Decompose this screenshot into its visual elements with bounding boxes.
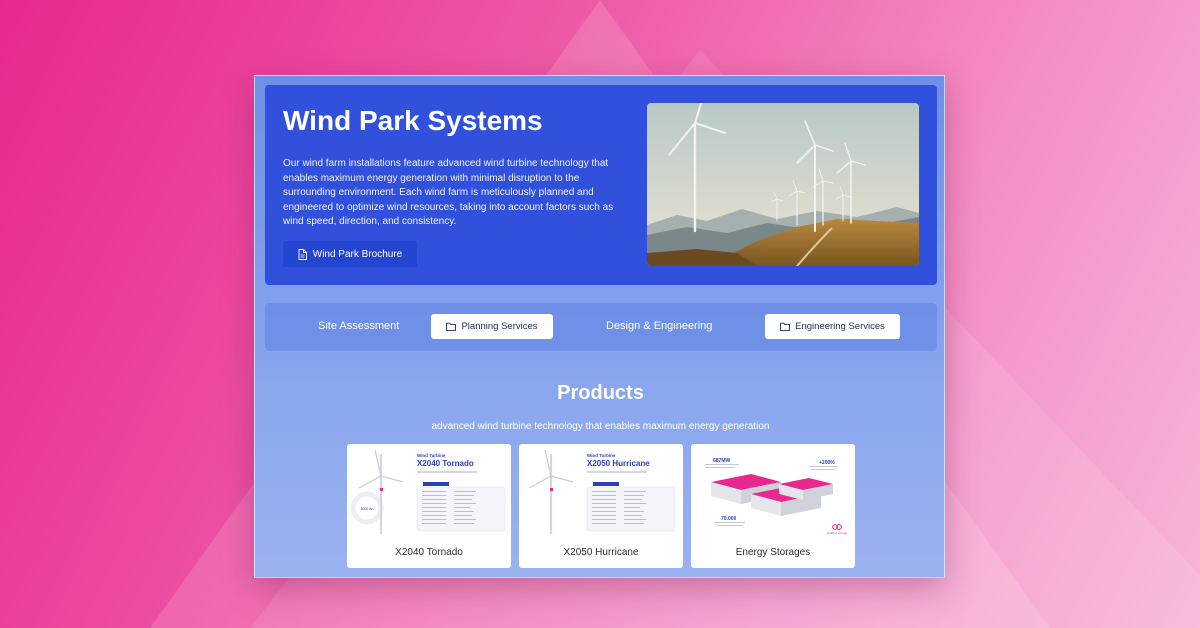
product-name: X2040 Tornado [395,547,463,558]
design-engineering-label: Design & Engineering [606,320,713,332]
art-stat: 70.000 [721,516,737,522]
turbine-product-image: Wind Turbine X2050 Hurricane [528,449,676,534]
services-bar: Site Assessment Planning Services Design… [265,303,937,351]
art-small-title: Wind Turbine [587,453,616,458]
wind-turbines-photo [647,103,919,266]
brochure-button[interactable]: Wind Park Brochure [283,241,417,267]
product-name: Energy Storages [735,547,811,558]
engineering-services-label: Engineering Services [795,321,885,332]
products-subtitle: advanced wind turbine technology that en… [431,421,770,432]
hero-description: Our wind farm installations feature adva… [283,158,614,227]
brand-logo: Amblox energy [827,531,848,535]
art-small-title: Wind Turbine [417,453,446,458]
product-name: X2050 Hurricane [563,547,639,558]
site-assessment-label: Site Assessment [318,320,400,332]
product-card-energy-storages[interactable]: 687MW +200% 70.000 Amblox energy Energy … [691,444,855,568]
brochure-button-label: Wind Park Brochure [312,248,403,260]
product-card-x2050[interactable]: Wind Turbine X2050 Hurricane X2050 Hurri… [519,444,683,568]
planning-services-label: Planning Services [461,321,538,332]
capacity-badge: 6000 Ah [361,507,374,511]
engineering-services-button[interactable]: Engineering Services [765,314,900,339]
product-card-x2040[interactable]: 6000 Ah Wind Turbine X2040 Tornado X2040… [347,444,511,568]
art-model-name: X2040 Tornado [417,459,474,468]
planning-services-button[interactable]: Planning Services [431,314,553,339]
turbine-product-image: 6000 Ah Wind Turbine X2040 Tornado [350,449,506,534]
page-window: Wind Park Systems Our wind farm installa… [254,75,945,578]
hero-section: Wind Park Systems Our wind farm installa… [265,85,937,285]
folder-icon [780,322,791,331]
document-icon [298,248,307,260]
page-title: Wind Park Systems [283,105,543,136]
art-stat: 687MW [713,458,731,464]
products-title: Products [557,382,644,404]
energy-storage-image: 687MW +200% 70.000 Amblox energy [705,458,848,535]
art-stat: +200% [819,460,835,466]
art-model-name: X2050 Hurricane [587,459,650,468]
folder-icon [446,322,457,331]
